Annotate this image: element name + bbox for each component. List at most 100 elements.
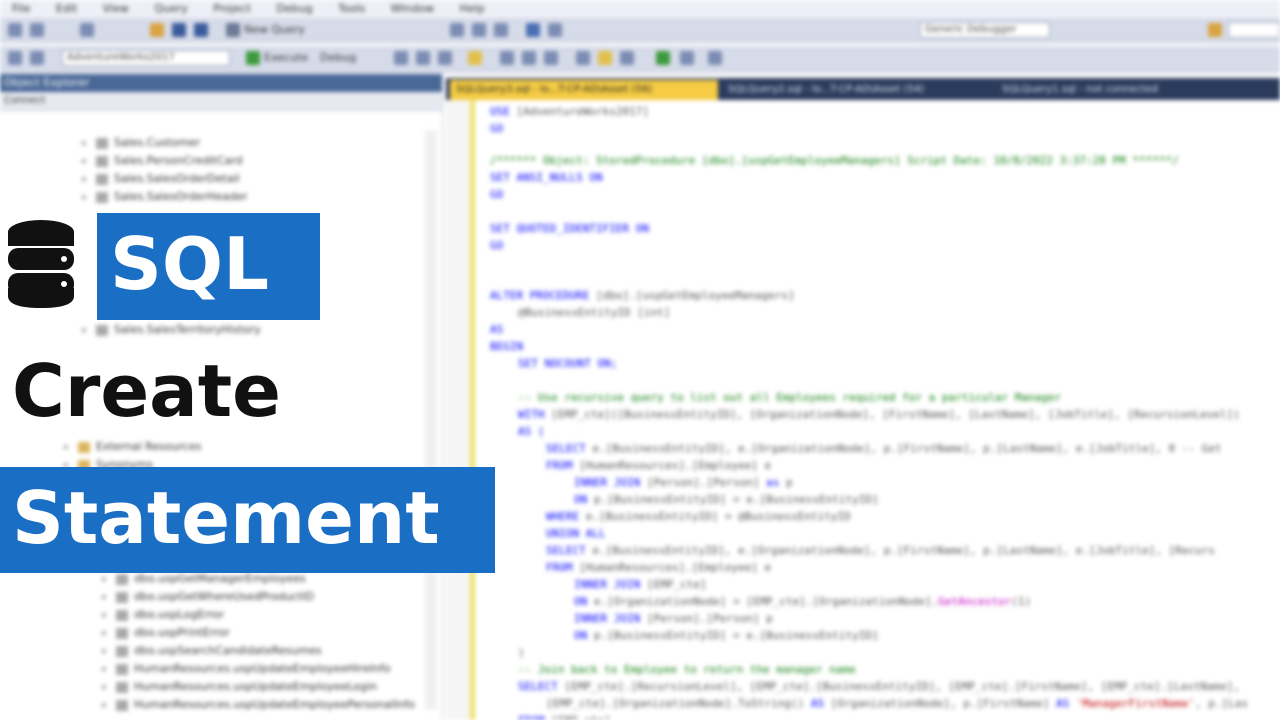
code-line[interactable]: GO [490, 187, 503, 203]
code-line[interactable]: SET ANSI_NULLS ON [490, 170, 603, 186]
execute-icon[interactable] [246, 51, 260, 65]
connect-button[interactable]: Connect [4, 95, 45, 106]
code-line[interactable]: FROM [HumanResources].[Employee] e [546, 560, 771, 576]
menu-query[interactable]: Query [142, 0, 197, 15]
code-line[interactable]: @BusinessEntityID [int] [518, 305, 670, 321]
search-icon[interactable] [1208, 23, 1222, 37]
uncomment-icon[interactable] [598, 51, 612, 65]
connect-icon[interactable] [8, 51, 22, 65]
menu-help[interactable]: Help [448, 0, 495, 15]
code-line[interactable]: SELECT [EMP_cte].[RecursionLevel], [EMP_… [518, 679, 1240, 695]
intellisense-icon[interactable] [468, 51, 482, 65]
forward-icon[interactable] [30, 23, 44, 37]
tree-item[interactable]: + Sales.SalesTerritoryHistory [80, 321, 261, 339]
explorer-scrollbar[interactable] [425, 130, 437, 710]
code-line[interactable]: ) [518, 645, 525, 661]
search-box[interactable] [1228, 22, 1280, 38]
code-line[interactable]: BEGIN [490, 339, 523, 355]
expand-icon[interactable]: + [100, 661, 110, 679]
open-file-icon[interactable] [150, 23, 164, 37]
code-line[interactable]: SET NOCOUNT ON; [518, 356, 617, 372]
code-line[interactable]: WHERE e.[BusinessEntityID] = @BusinessEn… [546, 509, 851, 525]
debug-button[interactable]: Debug [320, 51, 356, 64]
tree-item[interactable]: + Sales.Customer [80, 134, 200, 152]
tree-item[interactable]: + HumanResources.uspUpdateEmployeePersona… [100, 696, 415, 714]
indent-icon[interactable] [620, 51, 634, 65]
expand-icon[interactable]: + [100, 625, 110, 643]
code-line[interactable]: INNER JOIN [EMP_cte] [574, 577, 706, 593]
code-line[interactable]: ON e.[OrganizationNode] = [EMP_cte].[Org… [574, 594, 1031, 610]
tab-sqlquery2[interactable]: SQLQuery2.sql - lo...T-CP-AD\Asset (54) [722, 80, 992, 100]
expand-icon[interactable]: + [80, 171, 90, 189]
tree-item[interactable]: + HumanResources.uspUpdateEmployeeLogin [100, 678, 377, 696]
specify-values-icon[interactable] [656, 51, 670, 65]
debugger-combo[interactable]: Generic Debugger [920, 22, 1050, 38]
new-project-icon[interactable] [80, 23, 94, 37]
code-line[interactable]: ON p.[BusinessEntityID] = e.[BusinessEnt… [574, 628, 879, 644]
code-line[interactable]: USE [AdventureWorks2017] [490, 104, 649, 120]
tree-item[interactable]: + dbo.uspGetWhereUsedProductID [100, 588, 314, 606]
menu-debug[interactable]: Debug [264, 0, 322, 15]
code-line[interactable]: GO [490, 238, 503, 254]
cut-icon[interactable] [450, 23, 464, 37]
menu-edit[interactable]: Edit [44, 0, 87, 15]
code-line[interactable]: GO [490, 121, 503, 137]
undo-icon[interactable] [526, 23, 540, 37]
parse-icon[interactable] [394, 51, 408, 65]
code-line[interactable]: INNER JOIN [Person].[Person] p [574, 611, 773, 627]
tree-item[interactable]: + dbo.uspLogError [100, 606, 224, 624]
database-combo[interactable]: AdventureWorks2017 [62, 50, 230, 66]
query-editor[interactable]: USE [AdventureWorks2017] GO/****** Object… [446, 100, 1280, 720]
results-file-icon[interactable] [544, 51, 558, 65]
menu-file[interactable]: File [0, 0, 40, 15]
expand-icon[interactable]: + [100, 571, 110, 589]
code-line[interactable]: ALTER PROCEDURE [dbo].[uspGetEmployeeMan… [490, 288, 795, 304]
new-query-icon[interactable] [226, 23, 240, 37]
change-connection-icon[interactable] [30, 51, 44, 65]
code-line[interactable]: [EMP_cte].[OrganizationNode].ToString() … [546, 696, 1248, 712]
code-line[interactable]: -- Join back to Employee to return the m… [518, 662, 856, 678]
code-line[interactable]: SET QUOTED_IDENTIFIER ON [490, 221, 649, 237]
tree-item[interactable]: + HumanResources.uspUpdateEmployeeHireInf… [100, 660, 391, 678]
comment-icon[interactable] [576, 51, 590, 65]
back-icon[interactable] [8, 23, 22, 37]
expand-icon[interactable]: + [100, 607, 110, 625]
tree-item[interactable]: + External Resources [62, 438, 201, 456]
save-all-icon[interactable] [194, 23, 208, 37]
code-line[interactable]: INNER JOIN [Person].[Person] as p [574, 475, 793, 491]
results-grid-icon[interactable] [522, 51, 536, 65]
code-line[interactable]: FROM [EMP_cte] [518, 713, 611, 720]
code-line[interactable]: AS [490, 322, 503, 338]
code-line[interactable]: ON p.[BusinessEntityID] = e.[BusinessEnt… [574, 492, 879, 508]
code-line[interactable]: WITH [EMP_cte]([BusinessEntityID], [Orga… [518, 407, 1240, 423]
code-line[interactable]: SELECT e.[BusinessEntityID], e.[Organiza… [546, 441, 1222, 457]
query-options-icon[interactable] [438, 51, 452, 65]
menu-tools[interactable]: Tools [326, 0, 375, 15]
display-plan-icon[interactable] [416, 51, 430, 65]
save-icon[interactable] [172, 23, 186, 37]
execute-button[interactable]: Execute [264, 51, 308, 64]
code-line[interactable]: /****** Object: StoredProcedure [dbo].[u… [490, 153, 1179, 169]
tab-sqlquery3[interactable]: SQLQuery3.sql - lo...T-CP-AD\Asset (56) [450, 80, 718, 100]
tab-sqlquery1[interactable]: SQLQuery1.sql - not connected [996, 80, 1216, 100]
tree-item[interactable]: + dbo.uspSearchCandidateResumes [100, 642, 322, 660]
redo-icon[interactable] [548, 23, 562, 37]
expand-icon[interactable]: + [100, 589, 110, 607]
expand-icon[interactable]: + [80, 322, 90, 340]
code-line[interactable]: AS ( [518, 424, 545, 440]
expand-icon[interactable]: + [80, 135, 90, 153]
outline-icon[interactable] [708, 51, 722, 65]
new-query-button[interactable]: New Query [244, 23, 305, 36]
tree-item[interactable]: + Sales.SalesOrderHeader [80, 188, 247, 206]
toggle-icon[interactable] [680, 51, 694, 65]
expand-icon[interactable]: + [100, 643, 110, 661]
copy-icon[interactable] [472, 23, 486, 37]
code-line[interactable]: FROM [HumanResources].[Employee] e [546, 458, 771, 474]
code-line[interactable]: -- Use recursive query to list out all E… [518, 390, 1061, 406]
menu-project[interactable]: Project [201, 0, 261, 15]
expand-icon[interactable]: + [62, 439, 72, 457]
tree-item[interactable]: + dbo.uspPrintError [100, 624, 230, 642]
expand-icon[interactable]: + [80, 189, 90, 207]
paste-icon[interactable] [494, 23, 508, 37]
menu-window[interactable]: Window [379, 0, 444, 15]
